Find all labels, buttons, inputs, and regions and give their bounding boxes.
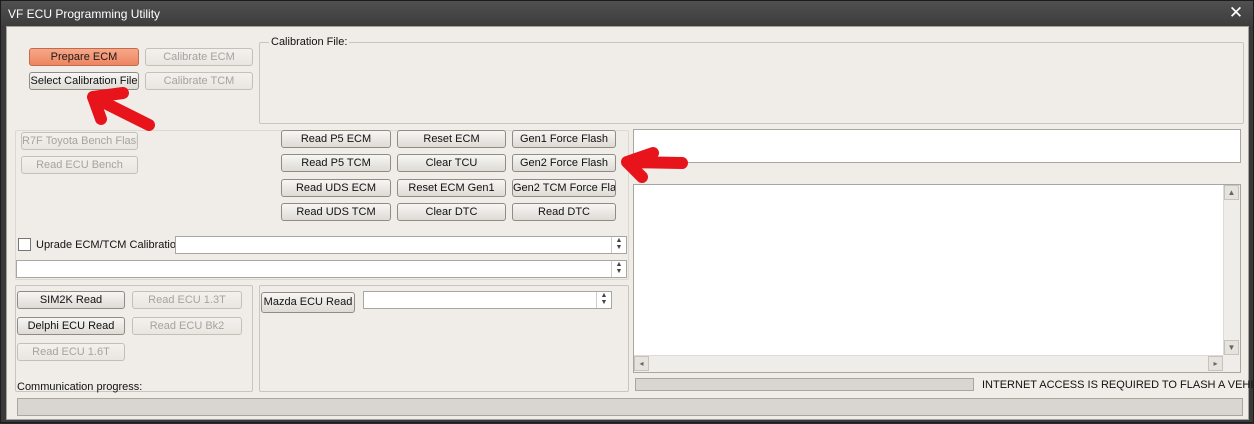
upgrade-calibration-label: Uprade ECM/TCM Calibration bbox=[36, 239, 183, 251]
horizontal-scrollbar[interactable]: ◂ ▸ bbox=[634, 355, 1223, 372]
read-uds-tcm-button[interactable]: Read UDS TCM bbox=[281, 203, 391, 221]
spin-updown-icon[interactable]: ▲ ▼ bbox=[611, 237, 626, 253]
sim2k-read-button[interactable]: SIM2K Read bbox=[17, 291, 125, 309]
status-output-field[interactable] bbox=[633, 129, 1241, 163]
clear-tcu-button[interactable]: Clear TCU bbox=[397, 154, 506, 172]
upgrade-calibration-select[interactable]: ▲ ▼ bbox=[175, 236, 627, 254]
communication-progress-label: Communication progress: bbox=[17, 381, 143, 393]
r7f-toyota-bench-flash-button[interactable]: R7F Toyota Bench Flash bbox=[21, 132, 138, 150]
reset-ecm-gen1-button[interactable]: Reset ECM Gen1 bbox=[397, 179, 506, 197]
log-output-area[interactable]: ▲ ▼ ◂ ▸ bbox=[633, 184, 1241, 373]
main-panel: Prepare ECM Calibrate ECM Select Calibra… bbox=[6, 26, 1254, 420]
prepare-ecm-button[interactable]: Prepare ECM bbox=[29, 48, 139, 66]
calibration-file-label: Calibration File: bbox=[269, 36, 350, 48]
gen2-tcm-force-flash-button[interactable]: Gen2 TCM Force Flash bbox=[512, 179, 616, 197]
calibration-file-group bbox=[259, 42, 1244, 124]
calibrate-ecm-button[interactable]: Calibrate ECM bbox=[145, 48, 253, 66]
close-icon[interactable]: ✕ bbox=[1227, 4, 1245, 22]
scroll-right-icon[interactable]: ▸ bbox=[1208, 356, 1223, 371]
upgrade-calibration-checkbox[interactable] bbox=[18, 238, 31, 251]
gen1-force-flash-button[interactable]: Gen1 Force Flash bbox=[512, 130, 616, 148]
mazda-ecu-select[interactable]: ▲ ▼ bbox=[363, 291, 612, 309]
app-window: VF ECU Programming Utility ✕ Prepare ECM… bbox=[0, 0, 1254, 423]
read-ecu-1-3t-button[interactable]: Read ECU 1.3T bbox=[132, 291, 242, 309]
scroll-left-icon[interactable]: ◂ bbox=[634, 356, 649, 371]
window-title: VF ECU Programming Utility bbox=[8, 7, 161, 21]
gen2-force-flash-button[interactable]: Gen2 Force Flash bbox=[512, 154, 616, 172]
scrollbar-corner bbox=[1223, 355, 1240, 372]
read-dtc-button[interactable]: Read DTC bbox=[512, 203, 616, 221]
title-bar: VF ECU Programming Utility ✕ bbox=[1, 1, 1253, 26]
internet-access-notice: INTERNET ACCESS IS REQUIRED TO FLASH A V… bbox=[982, 379, 1254, 391]
spin-updown-icon[interactable]: ▲ ▼ bbox=[611, 261, 626, 277]
read-p5-tcm-button[interactable]: Read P5 TCM bbox=[281, 154, 391, 172]
reset-ecm-button[interactable]: Reset ECM bbox=[397, 130, 506, 148]
calibrate-tcm-button[interactable]: Calibrate TCM bbox=[145, 72, 253, 90]
spin-updown-icon[interactable]: ▲ ▼ bbox=[596, 292, 611, 308]
flash-progress-bar bbox=[635, 378, 974, 391]
vertical-scrollbar[interactable]: ▲ ▼ bbox=[1223, 185, 1240, 355]
read-p5-ecm-button[interactable]: Read P5 ECM bbox=[281, 130, 391, 148]
read-ecu-bk2-button[interactable]: Read ECU Bk2 bbox=[132, 317, 242, 335]
select-calibration-file-button[interactable]: Select Calibration File bbox=[29, 72, 139, 90]
scroll-up-icon[interactable]: ▲ bbox=[1224, 185, 1239, 200]
calibration-select-2[interactable]: ▲ ▼ bbox=[16, 260, 627, 278]
read-ecu-1-6t-button[interactable]: Read ECU 1.6T bbox=[17, 343, 125, 361]
mazda-ecu-read-button[interactable]: Mazda ECU Read bbox=[261, 292, 355, 313]
read-uds-ecm-button[interactable]: Read UDS ECM bbox=[281, 179, 391, 197]
scroll-down-icon[interactable]: ▼ bbox=[1224, 340, 1239, 355]
read-ecu-bench-button[interactable]: Read ECU Bench bbox=[21, 156, 138, 174]
communication-progress-bar bbox=[17, 398, 1243, 416]
clear-dtc-button[interactable]: Clear DTC bbox=[397, 203, 506, 221]
delphi-ecu-read-button[interactable]: Delphi ECU Read bbox=[17, 317, 125, 335]
